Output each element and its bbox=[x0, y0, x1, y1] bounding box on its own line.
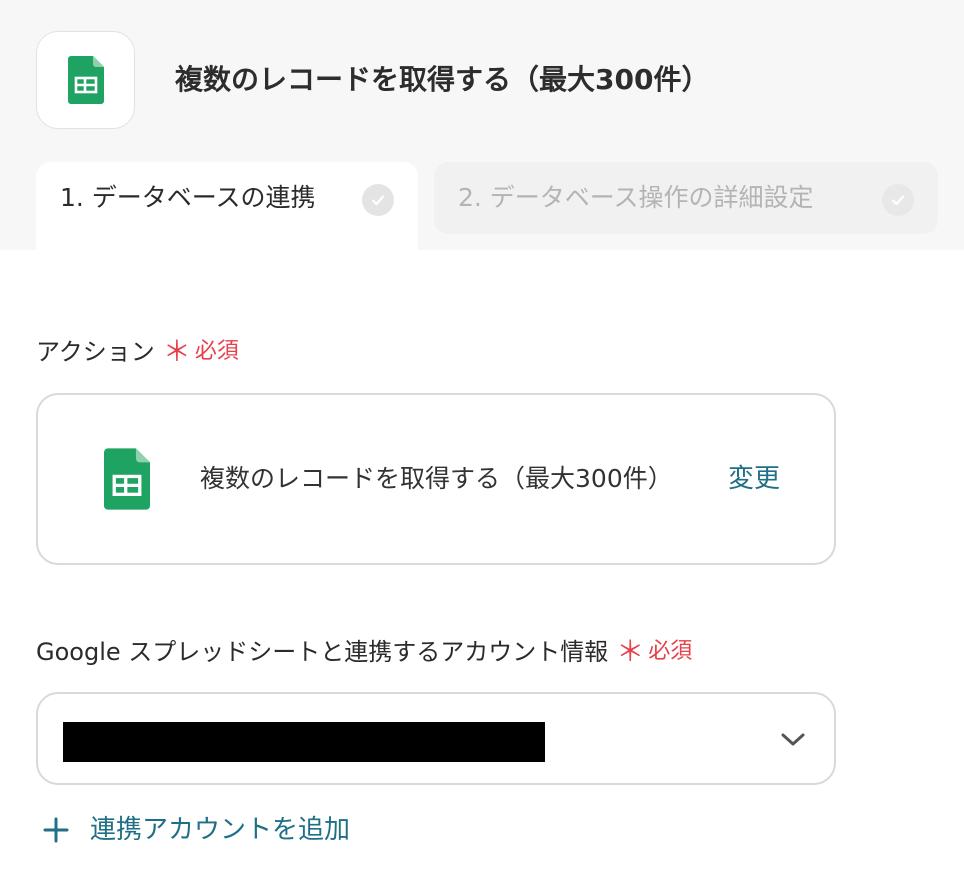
google-sheets-icon bbox=[67, 56, 104, 104]
selected-action-card: 複数のレコードを取得する（最大300件） 変更 bbox=[36, 393, 836, 565]
required-text: 必須 bbox=[194, 339, 239, 364]
selected-action-name: 複数のレコードを取得する（最大300件） bbox=[200, 464, 673, 493]
redacted-account-value bbox=[63, 722, 545, 762]
label-text: アクション bbox=[36, 338, 155, 366]
required-text: 必須 bbox=[648, 639, 693, 664]
tab-database-operation-settings[interactable]: 2. データベース操作の詳細設定 bbox=[434, 162, 938, 234]
required-badge: ＊ 必須 bbox=[163, 336, 239, 368]
tab-label: 2. データベース操作の詳細設定 bbox=[458, 183, 814, 212]
account-field-label: Google スプレッドシートと連携するアカウント情報 ＊ 必須 bbox=[36, 636, 692, 668]
add-account-button[interactable]: 連携アカウントを追加 bbox=[40, 812, 350, 848]
change-action-link[interactable]: 変更 bbox=[728, 461, 780, 497]
required-asterisk: ＊ bbox=[162, 335, 191, 368]
add-account-label: 連携アカウントを追加 bbox=[90, 815, 351, 845]
required-asterisk: ＊ bbox=[616, 635, 645, 668]
page-title: 複数のレコードを取得する（最大300件） bbox=[175, 63, 710, 96]
check-icon bbox=[882, 184, 914, 216]
tab-label: 1. データベースの連携 bbox=[60, 183, 316, 212]
plus-icon bbox=[43, 817, 69, 843]
label-text: Google スプレッドシートと連携するアカウント情報 bbox=[36, 638, 609, 666]
check-icon bbox=[362, 184, 394, 216]
google-sheets-icon bbox=[104, 448, 150, 510]
app-icon-tile bbox=[36, 31, 135, 129]
chevron-down-icon bbox=[781, 733, 805, 746]
account-select[interactable] bbox=[36, 692, 836, 785]
tab-database-connect[interactable]: 1. データベースの連携 bbox=[36, 162, 418, 250]
action-field-label: アクション ＊ 必須 bbox=[36, 336, 239, 368]
required-badge: ＊ 必須 bbox=[616, 636, 692, 668]
